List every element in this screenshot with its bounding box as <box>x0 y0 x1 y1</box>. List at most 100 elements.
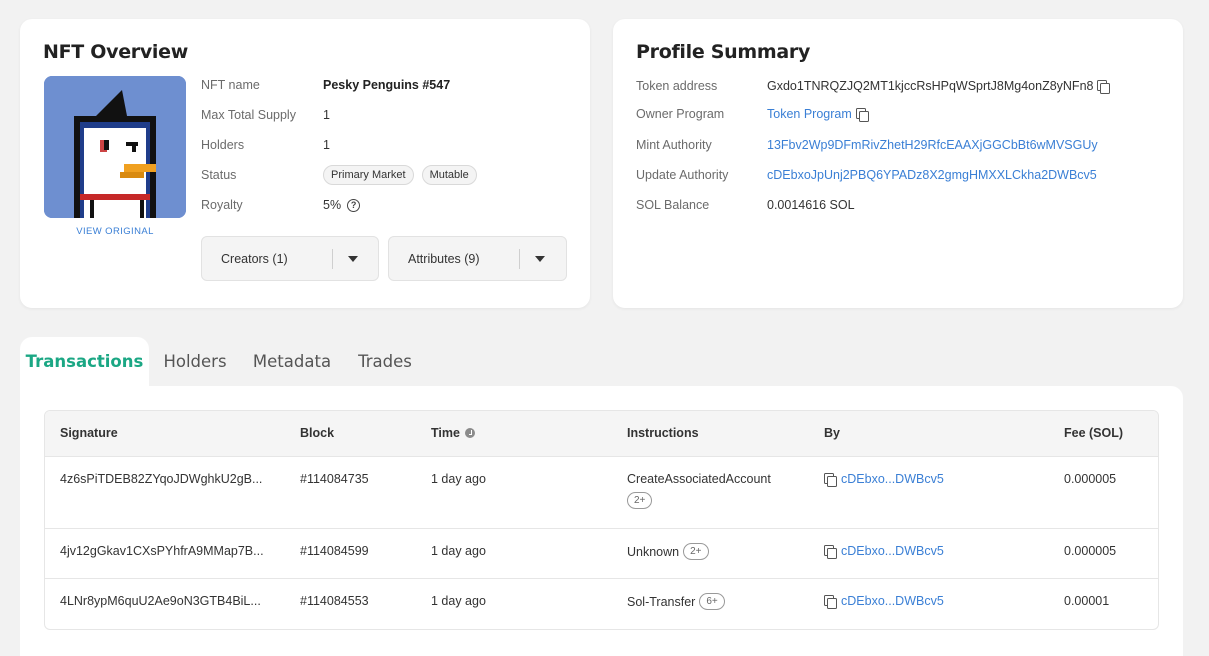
tab-holders[interactable]: Holders <box>156 337 234 386</box>
fee-value: 0.00001 <box>1064 594 1110 608</box>
clock-icon[interactable] <box>465 428 476 438</box>
token-address-row: Token address Gxdo1TNRQZJQ2MT1kjccRsHPqW… <box>636 76 1111 96</box>
table-row: 4jv12gGkav1CXsPYhfrA9MMap7B... #11408459… <box>45 529 1158 579</box>
fee-value: 0.000005 <box>1064 472 1117 486</box>
instruction-more-badge[interactable]: 2+ <box>683 543 709 560</box>
copy-icon[interactable] <box>824 594 837 609</box>
instruction-name: Sol-Transfer <box>627 594 696 609</box>
copy-icon[interactable] <box>824 472 837 487</box>
help-icon[interactable]: ? <box>347 198 361 212</box>
profile-summary-card: Profile Summary Token address Gxdo1TNRQZ… <box>613 19 1183 308</box>
nft-name-row: NFT name Pesky Penguins #547 <box>201 75 450 95</box>
nft-image[interactable] <box>44 76 186 218</box>
time-value: 1 day ago <box>431 594 486 608</box>
table-row: 4LNr8ypM6quU2Ae9oN3GTB4BiL... #114084553… <box>45 579 1158 629</box>
instruction-more-badge[interactable]: 6+ <box>699 593 725 610</box>
chevron-down-icon <box>535 255 545 262</box>
tab-bar: Transactions Holders Metadata Trades <box>20 337 1183 386</box>
attributes-dropdown-label: Attributes (9) <box>408 251 480 266</box>
chevron-down-icon <box>348 255 358 262</box>
column-header-by: By <box>824 426 840 440</box>
transactions-table: Signature Block Time Instructions By Fee… <box>44 410 1159 630</box>
max-supply-value: 1 <box>323 108 330 122</box>
fee-value: 0.000005 <box>1064 544 1117 558</box>
instruction-name: Unknown <box>627 544 680 559</box>
penguin-pixel-art <box>44 76 186 218</box>
token-address-value-wrap: Gxdo1TNRQZJQ2MT1kjccRsHPqWSprtJ8Mg4onZ8y… <box>767 79 1111 94</box>
royalty-value-wrap: 5% ? <box>323 198 361 212</box>
signature-link[interactable]: 4LNr8ypM6quU2Ae9oN3GTB4BiL... <box>60 594 261 608</box>
signature-link[interactable]: 4z6sPiTDEB82ZYqoJDWghkU2gB... <box>60 472 262 486</box>
column-header-block: Block <box>300 426 335 440</box>
status-badge-primary-market: Primary Market <box>323 165 414 185</box>
time-header-label: Time <box>431 426 460 440</box>
block-link[interactable]: #114084735 <box>300 472 369 486</box>
column-header-time[interactable]: Time <box>431 426 476 440</box>
holders-value: 1 <box>323 138 330 152</box>
attributes-dropdown[interactable]: Attributes (9) <box>388 236 567 281</box>
column-header-fee: Fee (SOL) <box>1064 426 1124 440</box>
copy-icon[interactable] <box>1097 79 1111 94</box>
mint-authority-row: Mint Authority 13Fbv2Wp9DFmRivZhetH29Rfc… <box>636 135 1098 155</box>
dropdown-divider <box>332 248 333 269</box>
copy-icon[interactable] <box>824 544 837 559</box>
nft-name-label: NFT name <box>201 78 260 92</box>
nft-overview-card: NFT Overview VIEW ORIGINAL NFT name Pesk… <box>20 19 590 308</box>
view-original-link[interactable]: VIEW ORIGINAL <box>44 226 186 237</box>
mint-authority-value-wrap: 13Fbv2Wp9DFmRivZhetH29RfcEAAXjGGCbBt6wMV… <box>767 138 1098 152</box>
update-authority-row: Update Authority cDEbxoJpUnj2PBQ6YPADz8X… <box>636 165 1097 185</box>
royalty-value: 5% <box>323 198 342 212</box>
status-badge-mutable: Mutable <box>421 165 477 185</box>
sol-balance-row: SOL Balance 0.0014616 SOL <box>636 195 855 215</box>
instruction-more-badge-wrap: 2+ <box>627 492 653 509</box>
status-label: Status <box>201 168 237 182</box>
creators-dropdown[interactable]: Creators (1) <box>201 236 379 281</box>
status-tags: Primary Market Mutable <box>323 165 477 185</box>
table-row: 4z6sPiTDEB82ZYqoJDWghkU2gB... #114084735… <box>45 457 1158 529</box>
by-cell: cDEbxo...DWBcv5 <box>824 594 944 609</box>
creators-dropdown-label: Creators (1) <box>221 251 288 266</box>
block-link[interactable]: #114084553 <box>300 594 369 608</box>
instruction-name: CreateAssociatedAccount <box>627 472 771 486</box>
mint-authority-link[interactable]: 13Fbv2Wp9DFmRivZhetH29RfcEAAXjGGCbBt6wMV… <box>767 138 1098 152</box>
instruction-more-badge[interactable]: 2+ <box>627 492 653 509</box>
by-address-link[interactable]: cDEbxo...DWBcv5 <box>841 544 944 558</box>
sol-balance-value: 0.0014616 SOL <box>767 198 855 212</box>
token-address-label: Token address <box>636 79 718 93</box>
update-authority-label: Update Authority <box>636 168 729 182</box>
signature-link[interactable]: 4jv12gGkav1CXsPYhfrA9MMap7B... <box>60 544 264 558</box>
instruction-cell: Sol-Transfer 6+ <box>627 593 725 610</box>
by-address-link[interactable]: cDEbxo...DWBcv5 <box>841 594 944 608</box>
max-supply-row: Max Total Supply 1 <box>201 105 330 125</box>
block-link[interactable]: #114084599 <box>300 544 369 558</box>
copy-icon[interactable] <box>855 107 869 122</box>
nft-overview-title: NFT Overview <box>43 41 188 63</box>
dropdown-divider <box>519 248 520 269</box>
owner-program-label: Owner Program <box>636 107 725 121</box>
royalty-label: Royalty <box>201 198 243 212</box>
by-cell: cDEbxo...DWBcv5 <box>824 544 944 559</box>
owner-program-value-wrap: Token Program <box>767 107 869 122</box>
instruction-cell: Unknown 2+ <box>627 543 709 560</box>
update-authority-value-wrap: cDEbxoJpUnj2PBQ6YPADz8X2gmgHMXXLCkha2DWB… <box>767 168 1097 182</box>
tab-metadata[interactable]: Metadata <box>248 337 336 386</box>
owner-program-link[interactable]: Token Program <box>767 107 852 121</box>
transactions-panel: Signature Block Time Instructions By Fee… <box>20 386 1183 656</box>
by-address-link[interactable]: cDEbxo...DWBcv5 <box>841 472 944 486</box>
token-address-value: Gxdo1TNRQZJQ2MT1kjccRsHPqWSprtJ8Mg4onZ8y… <box>767 79 1094 93</box>
owner-program-row: Owner Program Token Program <box>636 104 869 124</box>
mint-authority-label: Mint Authority <box>636 138 712 152</box>
max-supply-label: Max Total Supply <box>201 108 296 122</box>
update-authority-link[interactable]: cDEbxoJpUnj2PBQ6YPADz8X2gmgHMXXLCkha2DWB… <box>767 168 1097 182</box>
profile-summary-title: Profile Summary <box>636 41 811 63</box>
column-header-instructions: Instructions <box>627 426 699 440</box>
status-row: Status Primary Market Mutable <box>201 165 477 185</box>
nft-name-value: Pesky Penguins #547 <box>323 78 451 92</box>
time-value: 1 day ago <box>431 472 486 486</box>
tab-trades[interactable]: Trades <box>350 337 420 386</box>
tab-transactions[interactable]: Transactions <box>20 337 149 386</box>
sol-balance-label: SOL Balance <box>636 198 710 212</box>
holders-row: Holders 1 <box>201 135 330 155</box>
royalty-row: Royalty 5% ? <box>201 195 361 215</box>
time-value: 1 day ago <box>431 544 486 558</box>
